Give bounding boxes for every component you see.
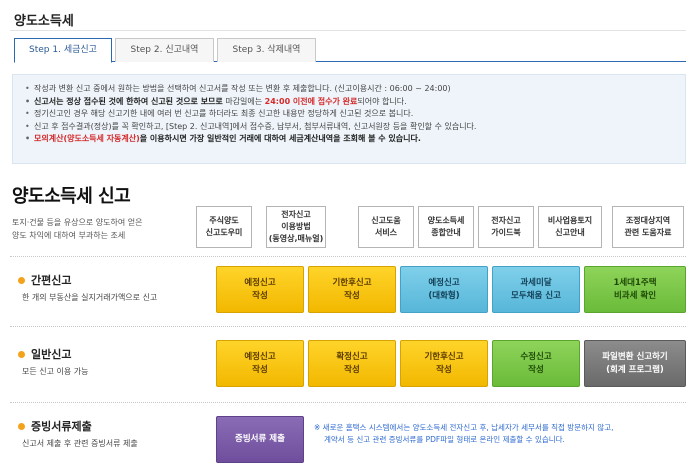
guide-book-button[interactable]: 전자신고 가이드북: [478, 206, 534, 248]
simple-below-threshold-button[interactable]: 과세미달 모두채움 신고: [492, 266, 580, 313]
simple-filing-desc: 한 개의 부동산을 실지거래가액으로 신고: [22, 293, 158, 302]
step-tabs: Step 1. 세금신고 Step 2. 신고내역 Step 3. 삭제내역: [14, 38, 686, 63]
simple-preliminary-button[interactable]: 예정신고 작성: [216, 266, 304, 313]
guide-adjustment-area-button[interactable]: 조정대상지역 관련 도움자료: [612, 206, 684, 248]
evidence-note: ※ 새로운 홈택스 시스템에서는 양도소득세 전자신고 후, 납세자가 세무서를…: [314, 423, 614, 444]
guide-how-to-use-button[interactable]: 전자신고 이용방법 (동영상,매뉴얼): [266, 206, 326, 248]
general-final-filing-button[interactable]: 확정신고 작성: [308, 340, 396, 387]
notice-item: 신고서는 정상 접수된 것에 한하여 신고된 것으로 보므로 마감일에는 24:…: [25, 96, 685, 109]
divider: [10, 402, 686, 403]
mock-calc-link[interactable]: 모의계산(양도소득세 자동계산): [34, 134, 140, 143]
divider: [10, 256, 686, 257]
notice-item: 모의계산(양도소득세 자동계산)을 이용하시면 가장 일반적인 거래에 대하여 …: [25, 133, 685, 146]
tab-step3-deleted-history[interactable]: Step 3. 삭제내역: [217, 38, 316, 62]
page-title: 양도소득세: [14, 14, 74, 29]
general-filing-desc: 모든 신고 이용 가능: [22, 367, 89, 376]
simple-filing-heading: 간편신고: [18, 272, 71, 288]
general-preliminary-button[interactable]: 예정신고 작성: [216, 340, 304, 387]
notice-box: 작성과 변환 신고 중에서 원하는 방법을 선택하여 신고서를 작성 또는 변환…: [12, 74, 686, 164]
notice-item: 신고 후 접수결과(정상)를 꼭 확인하고, [Step 2. 신고내역]에서 …: [25, 121, 685, 134]
general-file-conversion-button[interactable]: 파일변환 신고하기 (회계 프로그램): [584, 340, 686, 387]
bullet-icon: [18, 422, 25, 430]
simple-interactive-button[interactable]: 예정신고 (대화형): [400, 266, 488, 313]
guide-nonbusiness-land-button[interactable]: 비사업용토지 신고안내: [538, 206, 602, 248]
evidence-desc: 신고서 제출 후 관련 증빙서류 제출: [22, 439, 138, 448]
section-title: 양도소득세 신고: [12, 186, 131, 207]
general-amended-filing-button[interactable]: 수정신고 작성: [492, 340, 580, 387]
guide-filing-help-service-button[interactable]: 신고도움 서비스: [358, 206, 414, 248]
guide-overview-button[interactable]: 양도소득세 종합안내: [418, 206, 474, 248]
bullet-icon: [18, 276, 25, 284]
title-divider: [10, 30, 686, 31]
notice-item: 작성과 변환 신고 중에서 원하는 방법을 선택하여 신고서를 작성 또는 변환…: [25, 83, 685, 96]
simple-late-filing-button[interactable]: 기한후신고 작성: [308, 266, 396, 313]
general-filing-heading: 일반신고: [18, 346, 71, 362]
notice-item: 정기신고인 경우 해당 신고기한 내에 여러 번 신고를 하더라도 최종 신고한…: [25, 108, 685, 121]
evidence-heading: 증빙서류제출: [18, 418, 92, 434]
tab-step1-tax-filing[interactable]: Step 1. 세금신고: [14, 38, 112, 63]
bullet-icon: [18, 350, 25, 358]
evidence-submit-button[interactable]: 증빙서류 제출: [216, 416, 304, 463]
general-late-filing-button[interactable]: 기한후신고 작성: [400, 340, 488, 387]
divider: [10, 326, 686, 327]
guide-stock-transfer-helper-button[interactable]: 주식양도 신고도우미: [196, 206, 252, 248]
tax-description: 토지·건물 등을 유상으로 양도하여 얻은 양도 차익에 대하여 부과하는 조세: [12, 218, 143, 240]
simple-one-house-check-button[interactable]: 1세대1주택 비과세 확인: [584, 266, 686, 313]
tab-step2-filing-history[interactable]: Step 2. 신고내역: [115, 38, 214, 62]
